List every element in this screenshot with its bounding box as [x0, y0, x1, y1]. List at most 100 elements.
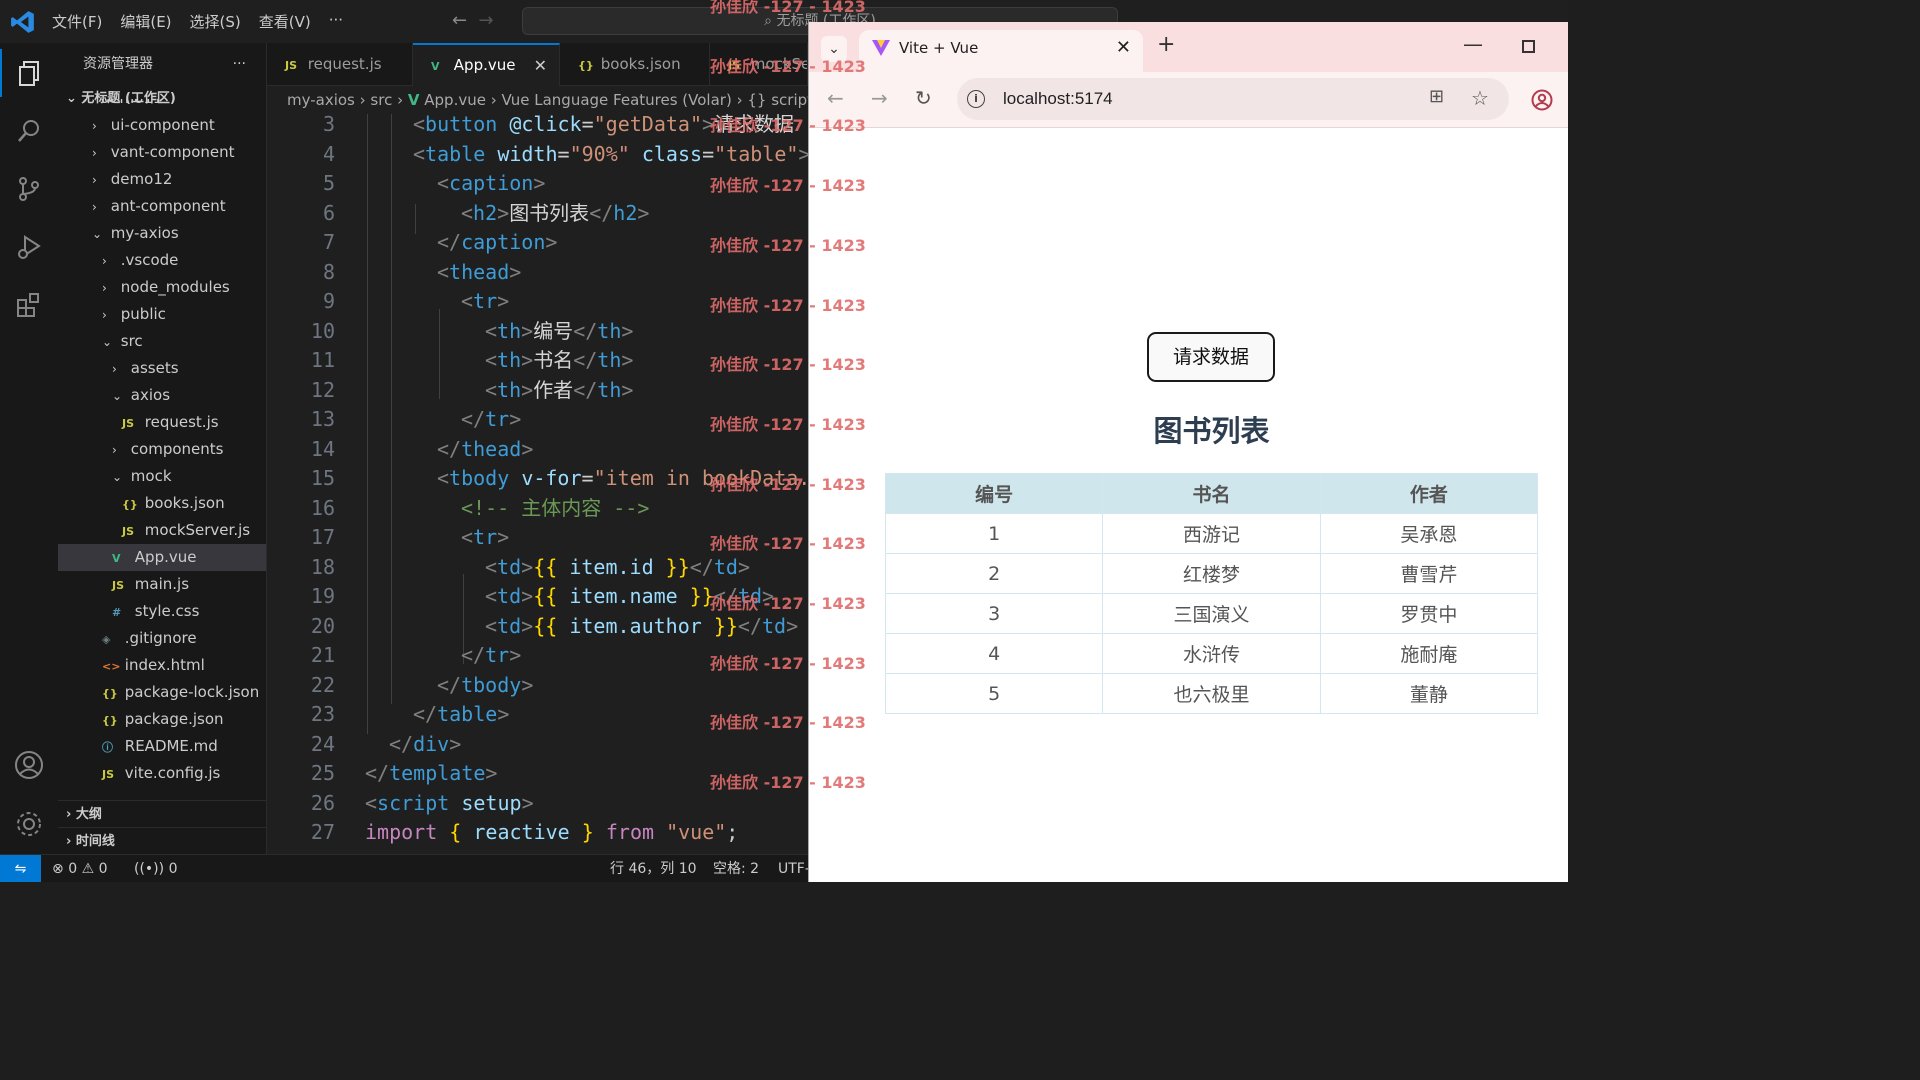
- request-data-button[interactable]: 请求数据: [1147, 332, 1275, 382]
- tab-app-vue[interactable]: V App.vue ✕: [413, 43, 560, 86]
- tree-item[interactable]: ⓘ README.md: [58, 733, 266, 760]
- indent-guide: [415, 204, 416, 234]
- translate-icon[interactable]: ⊞: [1429, 86, 1444, 107]
- tree-item[interactable]: JS request.js: [58, 409, 266, 436]
- tree-item[interactable]: › .vscode: [58, 247, 266, 274]
- tree-item-label: README.md: [124, 737, 218, 755]
- explorer-more-button[interactable]: ···: [233, 43, 246, 85]
- breadcrumb-item[interactable]: src: [370, 91, 392, 109]
- code-line[interactable]: import { reactive } from "vue";: [365, 818, 738, 848]
- menu-selection[interactable]: 选择(S): [190, 11, 241, 32]
- remote-icon[interactable]: ⇋: [0, 855, 41, 882]
- outline-section[interactable]: › 大纲: [58, 800, 267, 827]
- cursor-position[interactable]: 行 46，列 10: [610, 855, 697, 882]
- code-line[interactable]: <caption>: [437, 169, 545, 199]
- address-bar[interactable]: localhost:5174: [957, 78, 1509, 120]
- timeline-section[interactable]: › 时间线: [58, 827, 267, 854]
- maximize-icon[interactable]: [1522, 40, 1535, 53]
- menu-view[interactable]: 查看(V): [259, 11, 311, 32]
- profile-icon[interactable]: [1531, 89, 1553, 111]
- tree-item[interactable]: › node_modules: [58, 274, 266, 301]
- tree-item[interactable]: › ui-component: [58, 112, 266, 139]
- tree-item[interactable]: › components: [58, 436, 266, 463]
- code-line[interactable]: <h2>图书列表</h2>: [461, 199, 649, 229]
- breadcrumb-item[interactable]: Vue Language Features (Volar): [502, 91, 732, 109]
- site-info-icon[interactable]: i: [967, 90, 985, 108]
- tree-item[interactable]: JS mockServer.js: [58, 517, 266, 544]
- browser-tab[interactable]: Vite + Vue ✕: [859, 30, 1143, 72]
- code-line[interactable]: </template>: [365, 759, 497, 789]
- source-control-icon[interactable]: [0, 165, 58, 213]
- code-line[interactable]: </thead>: [437, 435, 533, 465]
- line-number: 5: [322, 171, 335, 195]
- breadcrumb-item[interactable]: my-axios: [287, 91, 355, 109]
- tree-item[interactable]: {} books.json: [58, 490, 266, 517]
- close-icon[interactable]: ✕: [534, 45, 547, 86]
- code-line[interactable]: <tr>: [461, 287, 509, 317]
- forward-icon[interactable]: →: [871, 86, 888, 110]
- code-line[interactable]: <script setup>: [365, 789, 534, 819]
- tree-item[interactable]: # style.css: [58, 598, 266, 625]
- code-line[interactable]: <!-- 主体内容 -->: [461, 494, 649, 524]
- tree-item[interactable]: › ant-component: [58, 193, 266, 220]
- tree-item[interactable]: › demo12: [58, 166, 266, 193]
- menu-edit[interactable]: 编辑(E): [120, 11, 171, 32]
- search-icon[interactable]: [0, 107, 58, 155]
- close-tab-icon[interactable]: ✕: [1116, 30, 1131, 66]
- code-line[interactable]: <td>{{ item.id }}</td>: [485, 553, 750, 583]
- breadcrumb-item[interactable]: {} script: [747, 91, 808, 109]
- tree-item[interactable]: › demo11: [58, 99, 266, 112]
- breadcrumb-item[interactable]: App.vue: [424, 91, 486, 109]
- tree-item[interactable]: › public: [58, 301, 266, 328]
- bookmark-star-icon[interactable]: ☆: [1471, 86, 1489, 110]
- tree-item[interactable]: › assets: [58, 355, 266, 382]
- explorer-icon[interactable]: [0, 49, 58, 97]
- tree-item[interactable]: JS vite.config.js: [58, 760, 266, 787]
- tree-item[interactable]: <> index.html: [58, 652, 266, 679]
- nav-arrows[interactable]: ← →: [452, 10, 494, 31]
- code-line[interactable]: </div>: [389, 730, 461, 760]
- code-line[interactable]: <table width="90%" class="table">: [413, 140, 808, 170]
- reload-icon[interactable]: ↻: [915, 86, 932, 110]
- code-line[interactable]: <thead>: [437, 258, 521, 288]
- encoding[interactable]: UTF-: [778, 855, 810, 882]
- line-number: 21: [310, 643, 335, 667]
- code-line[interactable]: </table>: [413, 700, 509, 730]
- tree-item[interactable]: V App.vue: [58, 544, 266, 571]
- tree-item[interactable]: {} package-lock.json: [58, 679, 266, 706]
- tree-item[interactable]: {} package.json: [58, 706, 266, 733]
- code-line[interactable]: <th>编号</th>: [485, 317, 633, 347]
- back-icon[interactable]: ←: [827, 86, 844, 110]
- code-line[interactable]: </tbody>: [437, 671, 533, 701]
- code-line[interactable]: </caption>: [437, 228, 557, 258]
- account-icon[interactable]: [0, 741, 58, 789]
- minimize-icon[interactable]: —: [1463, 32, 1483, 56]
- extensions-icon[interactable]: [0, 281, 58, 329]
- tree-item[interactable]: ⌄ mock: [58, 463, 266, 490]
- settings-gear-icon[interactable]: [0, 800, 58, 848]
- ports-indicator[interactable]: ((•)) 0: [134, 855, 177, 882]
- code-line[interactable]: </tr>: [461, 405, 521, 435]
- problems-indicator[interactable]: ⊗ 0 ⚠ 0: [52, 855, 108, 882]
- back-arrow-icon[interactable]: ←: [452, 10, 467, 31]
- tree-item[interactable]: ⌄ my-axios: [58, 220, 266, 247]
- menu-file[interactable]: 文件(F): [52, 11, 102, 32]
- code-line[interactable]: <th>作者</th>: [485, 376, 633, 406]
- new-tab-icon[interactable]: +: [1157, 32, 1175, 57]
- tree-item[interactable]: ◈ .gitignore: [58, 625, 266, 652]
- tab-request-js[interactable]: JS request.js: [267, 43, 413, 86]
- tree-item[interactable]: ⌄ src: [58, 328, 266, 355]
- code-line[interactable]: </tr>: [461, 641, 521, 671]
- code-line[interactable]: <tr>: [461, 523, 509, 553]
- tree-item[interactable]: ⌄ axios: [58, 382, 266, 409]
- tree-item[interactable]: › vant-component: [58, 139, 266, 166]
- forward-arrow-icon[interactable]: →: [479, 10, 494, 31]
- menu-more[interactable]: ···: [329, 11, 343, 32]
- tree-item[interactable]: JS main.js: [58, 571, 266, 598]
- tab-books-json[interactable]: {} books.json: [560, 43, 710, 86]
- indentation[interactable]: 空格: 2: [713, 855, 759, 882]
- table-cell: 董静: [1319, 673, 1539, 714]
- code-line[interactable]: <th>书名</th>: [485, 346, 633, 376]
- code-line[interactable]: <td>{{ item.author }}</td>: [485, 612, 798, 642]
- run-debug-icon[interactable]: [0, 223, 58, 271]
